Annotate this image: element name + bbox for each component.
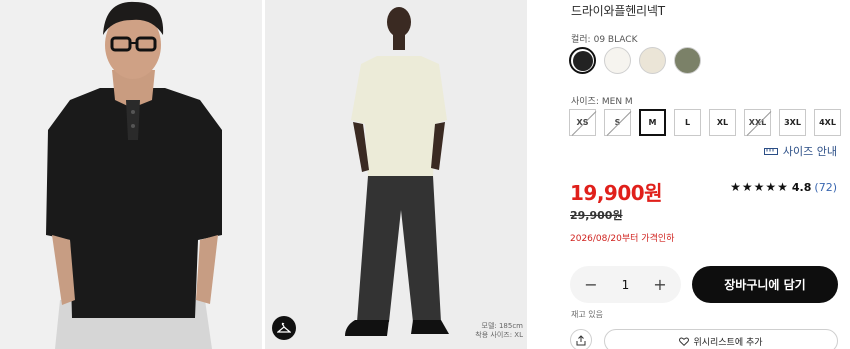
size-guide-label: 사이즈 안내 bbox=[782, 145, 837, 158]
size-label: 사이즈: MEN M bbox=[571, 94, 633, 107]
size-option-3xl[interactable]: 3XL bbox=[779, 109, 806, 136]
model-info: 모델: 185cm 착용 사이즈: XL bbox=[475, 322, 523, 340]
fit-view-button[interactable] bbox=[272, 316, 296, 340]
current-price: 19,900원 bbox=[570, 181, 663, 205]
color-swatch-natural[interactable] bbox=[639, 47, 666, 74]
rating-score: 4.8 bbox=[791, 180, 812, 194]
color-swatches bbox=[569, 47, 701, 74]
star-rating-icon: ★★★★★ bbox=[730, 180, 789, 194]
size-option-xxl[interactable]: XXL bbox=[744, 109, 771, 136]
add-to-cart-button[interactable]: 장바구니에 담기 bbox=[692, 266, 838, 303]
review-count[interactable]: (72) bbox=[814, 181, 837, 194]
review-rating[interactable]: ★★★★★ 4.8 (72) bbox=[730, 180, 837, 194]
decrease-quantity-button[interactable]: − bbox=[582, 275, 600, 294]
model-photo-front bbox=[0, 0, 262, 349]
model-height: 모델: 185cm bbox=[481, 322, 524, 330]
add-to-wishlist-button[interactable]: 위시리스트에 추가 bbox=[604, 329, 838, 349]
size-guide-link[interactable]: 사이즈 안내 bbox=[763, 143, 837, 159]
hanger-icon bbox=[277, 322, 291, 333]
color-label: 컬러: 09 BLACK bbox=[571, 32, 638, 45]
product-title: 드라이와플헨리넥T bbox=[571, 4, 665, 18]
size-options: XS S M L XL XXL 3XL 4XL bbox=[569, 109, 841, 136]
size-option-s[interactable]: S bbox=[604, 109, 631, 136]
size-option-xl[interactable]: XL bbox=[709, 109, 736, 136]
increase-quantity-button[interactable]: + bbox=[651, 275, 669, 294]
quantity-value[interactable]: 1 bbox=[622, 278, 630, 292]
size-label-text: 사이즈: bbox=[571, 97, 599, 107]
color-swatch-olive[interactable] bbox=[674, 47, 701, 74]
original-price: 29,900원 bbox=[570, 209, 623, 222]
size-option-xs[interactable]: XS bbox=[569, 109, 596, 136]
size-value: MEN M bbox=[601, 97, 633, 107]
color-swatch-black[interactable] bbox=[569, 47, 596, 74]
color-value: 09 BLACK bbox=[593, 35, 638, 45]
color-label-text: 컬러: bbox=[571, 35, 591, 45]
heart-icon bbox=[679, 336, 690, 346]
color-swatch-off-white[interactable] bbox=[604, 47, 631, 74]
ruler-icon bbox=[763, 147, 778, 155]
size-option-4xl[interactable]: 4XL bbox=[814, 109, 841, 136]
product-panel: 드라이와플헨리넥T 컬러: 09 BLACK 사이즈: MEN M XS S M L XL X… bbox=[566, 0, 850, 349]
size-option-m[interactable]: M bbox=[639, 109, 666, 136]
price-cut-notice: 2026/08/20부터 가격인하 bbox=[570, 234, 675, 244]
model-photo-full bbox=[265, 0, 527, 349]
product-image-natural[interactable] bbox=[265, 0, 527, 349]
stock-status: 재고 있음 bbox=[571, 310, 603, 319]
model-size: 착용 사이즈: XL bbox=[475, 331, 523, 339]
share-icon bbox=[576, 334, 586, 345]
share-button[interactable] bbox=[570, 329, 592, 349]
quantity-stepper: − 1 + bbox=[570, 266, 681, 303]
size-option-l[interactable]: L bbox=[674, 109, 701, 136]
wishlist-label: 위시리스트에 추가 bbox=[693, 337, 763, 348]
product-image-black[interactable] bbox=[0, 0, 262, 349]
